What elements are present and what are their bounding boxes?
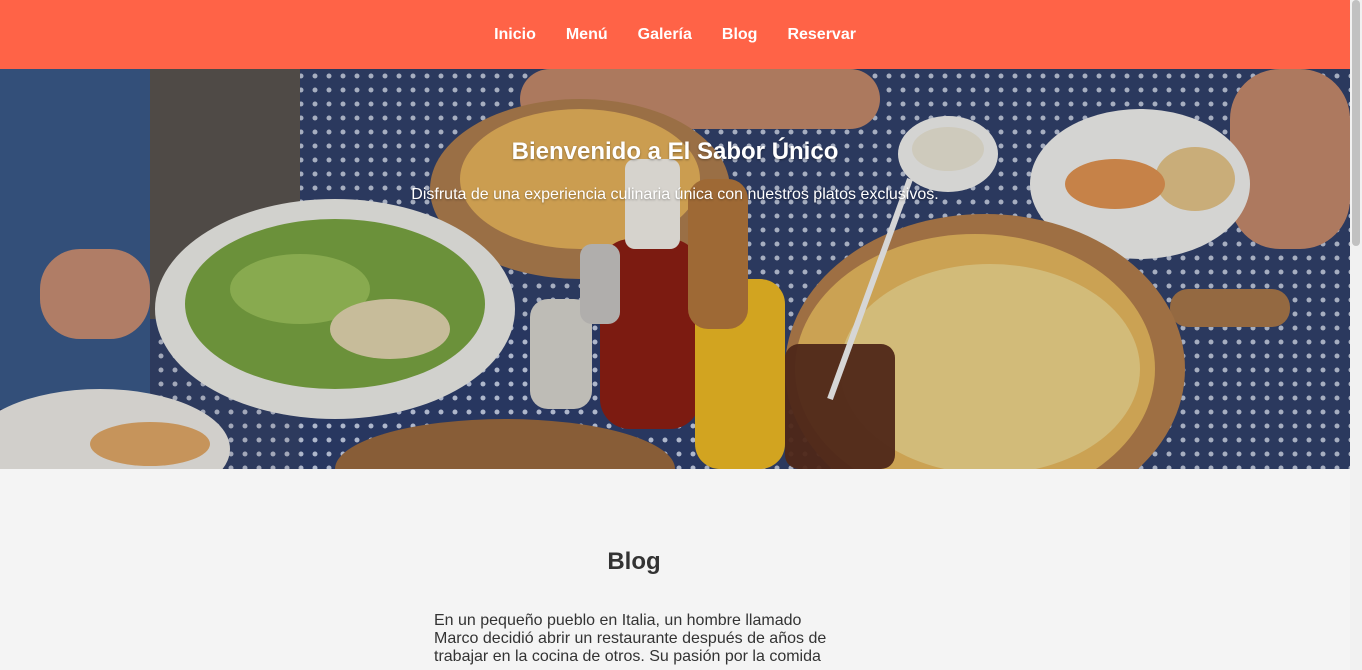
nav-link-menu[interactable]: Menú	[566, 26, 608, 44]
nav-link-inicio[interactable]: Inicio	[494, 26, 536, 44]
blog-paragraph: En un pequeño pueblo en Italia, un hombr…	[434, 612, 827, 665]
vertical-scrollbar[interactable]	[1350, 0, 1362, 670]
hero-title: Bienvenido a El Sabor Único	[511, 138, 839, 165]
nav-link-blog[interactable]: Blog	[722, 26, 758, 44]
scrollbar-thumb[interactable]	[1352, 0, 1360, 246]
hero-banner: Bienvenido a El Sabor Único Disfruta de …	[0, 69, 1350, 469]
top-navigation: Inicio Menú Galería Blog Reservar	[0, 0, 1350, 69]
nav-link-galeria[interactable]: Galería	[638, 26, 692, 44]
blog-heading: Blog	[607, 548, 661, 575]
hero-food-image	[0, 69, 1350, 469]
hero-subtitle: Disfruta de una experiencia culinaria ún…	[411, 186, 939, 203]
page: Inicio Menú Galería Blog Reservar Bienve…	[0, 0, 1350, 670]
nav-link-reservar[interactable]: Reservar	[787, 26, 856, 44]
